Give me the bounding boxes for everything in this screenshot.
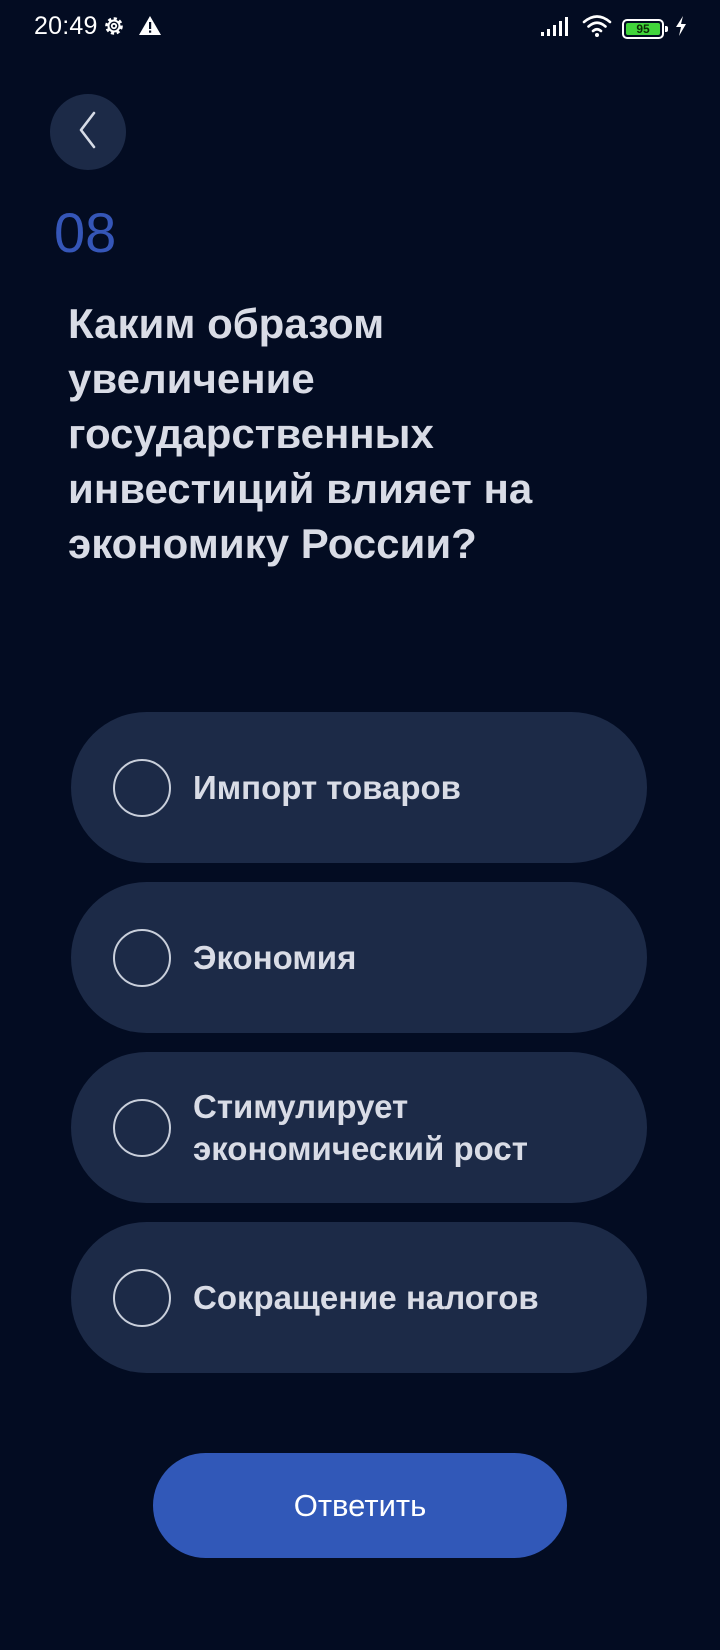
answer-option[interactable]: Сокращение налогов — [71, 1222, 647, 1373]
charging-icon — [674, 15, 688, 42]
chevron-left-icon — [76, 110, 100, 155]
status-bar: 20:49 95 — [0, 0, 720, 56]
answer-label: Стимулирует экономический рост — [193, 1087, 528, 1167]
answer-label: Импорт товаров — [193, 768, 461, 806]
question-text: Каким образом увеличение государственных… — [68, 300, 533, 567]
answer-label: Сокращение налогов — [193, 1278, 539, 1316]
battery-icon: 95 — [622, 18, 668, 39]
status-right-icons: 95 — [540, 14, 688, 43]
wifi-icon — [582, 14, 612, 43]
answer-label: Экономия — [193, 938, 357, 976]
radio-button[interactable] — [113, 1268, 171, 1327]
radio-button[interactable] — [113, 758, 171, 817]
submit-button[interactable]: Ответить — [153, 1453, 567, 1558]
battery-cap — [665, 25, 668, 32]
quiz-screen: 20:49 95 08 Каким образом увеличение гос… — [0, 0, 720, 1650]
answer-option[interactable]: Стимулирует экономический рост — [71, 1052, 647, 1203]
status-left-icons — [102, 14, 162, 43]
battery-level: 95 — [626, 22, 660, 35]
status-time: 20:49 — [34, 12, 98, 40]
answer-option[interactable]: Импорт товаров — [71, 712, 647, 863]
signal-icon — [540, 14, 572, 43]
answer-list: Импорт товаров Экономия Стимулирует экон… — [71, 712, 647, 1392]
gear-icon — [102, 14, 126, 43]
question-number: 08 — [54, 201, 117, 264]
radio-button[interactable] — [113, 928, 171, 987]
back-button[interactable] — [50, 94, 126, 170]
warning-icon — [138, 14, 162, 43]
radio-button[interactable] — [113, 1098, 171, 1157]
answer-option[interactable]: Экономия — [71, 882, 647, 1033]
